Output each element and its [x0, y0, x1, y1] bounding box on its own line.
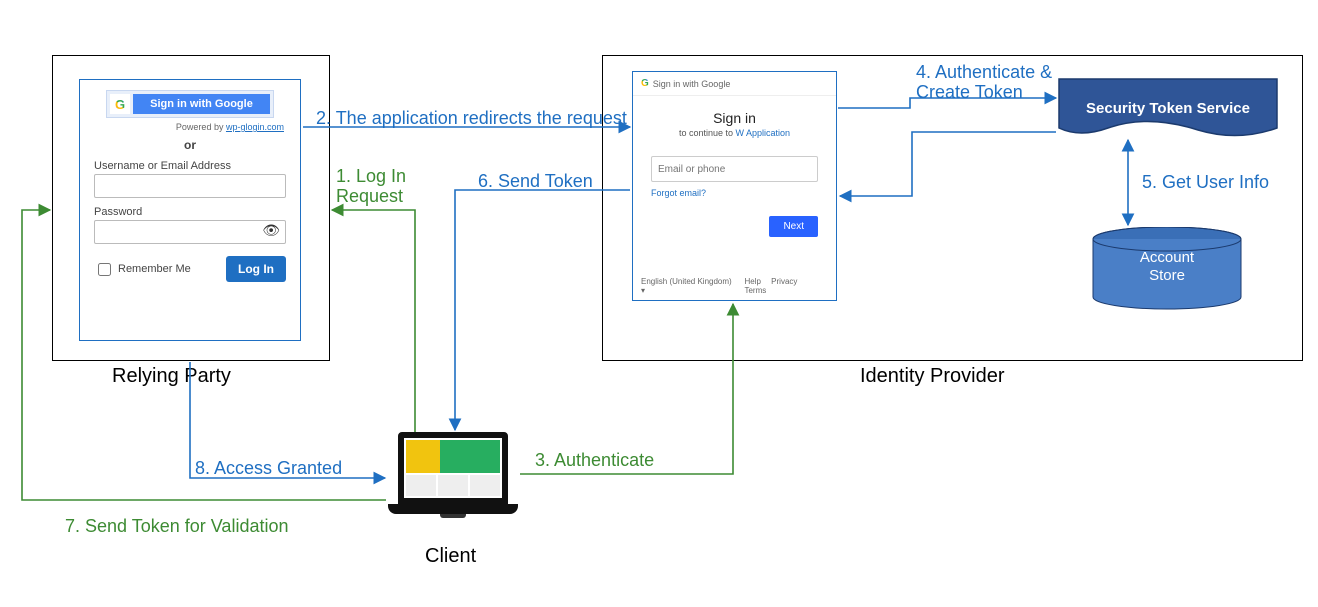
eye-icon[interactable]: 👁 [262, 222, 280, 239]
google-signin-button[interactable]: G Sign in with Google [106, 90, 274, 118]
client-label: Client [425, 545, 476, 568]
idp-header: G Sign in with Google [633, 72, 836, 96]
remember-checkbox[interactable] [98, 263, 111, 276]
step-8: 8. Access Granted [195, 458, 342, 479]
remember-me[interactable]: Remember Me [94, 260, 191, 279]
step-1: 1. Log InRequest [336, 166, 406, 206]
account-store: AccountStore [1092, 227, 1242, 307]
security-token-service: Security Token Service [1058, 78, 1278, 140]
powered-by-link[interactable]: wp-glogin.com [226, 122, 284, 132]
step-7: 7. Send Token for Validation [65, 516, 289, 537]
username-input[interactable] [94, 174, 286, 198]
laptop-screen [398, 432, 508, 504]
google-icon: G [641, 78, 649, 89]
diagram-stage: Relying Party Identity Provider G Sign i… [0, 0, 1318, 607]
idp-continue-text: to continue to W Application [651, 128, 818, 138]
rp-login-form: G Sign in with Google Powered by wp-glog… [79, 79, 301, 341]
idp-next-button[interactable]: Next [769, 216, 818, 237]
account-store-label: AccountStore [1092, 249, 1242, 285]
idp-footer: English (United Kingdom) ▾ Help Privacy … [633, 272, 836, 300]
username-label: Username or Email Address [94, 160, 286, 172]
idp-lang[interactable]: English (United Kingdom) ▾ [641, 277, 736, 295]
step-6: 6. Send Token [478, 171, 593, 192]
idp-help-link[interactable]: Help [744, 277, 760, 286]
idp-terms-link[interactable]: Terms [744, 286, 766, 295]
or-divider: or [94, 138, 286, 152]
step-3: 3. Authenticate [535, 450, 654, 471]
identity-provider-label: Identity Provider [860, 365, 1005, 388]
google-icon: G [110, 94, 130, 114]
password-label: Password [94, 206, 286, 218]
idp-forgot-link[interactable]: Forgot email? [651, 188, 818, 198]
google-signin-label: Sign in with Google [133, 94, 270, 114]
idp-privacy-link[interactable]: Privacy [771, 277, 797, 286]
relying-party-label: Relying Party [112, 365, 231, 388]
powered-by: Powered by wp-glogin.com [94, 122, 284, 132]
idp-login-screen: G Sign in with Google Sign in to continu… [632, 71, 837, 301]
idp-email-input[interactable] [651, 156, 818, 182]
idp-signin-title: Sign in [651, 110, 818, 126]
idp-app-link[interactable]: W Application [736, 128, 791, 138]
password-input[interactable] [94, 220, 286, 244]
login-button[interactable]: Log In [226, 256, 286, 282]
sts-label: Security Token Service [1058, 100, 1278, 117]
step-2: 2. The application redirects the request [316, 108, 627, 129]
client-laptop [388, 432, 518, 532]
step-5: 5. Get User Info [1142, 172, 1269, 193]
step-4: 4. Authenticate &Create Token [916, 62, 1052, 102]
